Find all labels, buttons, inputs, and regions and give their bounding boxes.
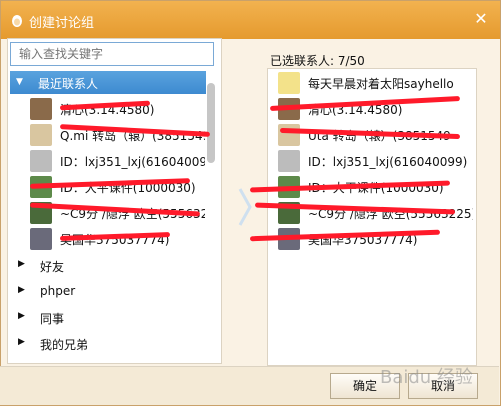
selected-item[interactable]: 每天早晨对着太阳sayhello [268,70,474,96]
selected-name: ID：lxj351_lxj(616040099) [308,155,468,169]
group-recent-contacts[interactable]: ▼ 最近联系人 [10,71,206,94]
chevron-down-icon: ▼ [16,77,23,87]
group-label: 同事 [40,312,65,326]
avatar [278,150,300,172]
avatar [30,124,52,146]
chevron-right-icon: ▶ [18,337,25,347]
selected-name: 每天早晨对着太阳sayhello [308,77,454,91]
group-phper[interactable]: ▶ phper [10,280,206,304]
group-brothers[interactable]: ▶ 我的兄弟 [10,332,206,356]
group-label: 我的兄弟 [40,338,89,352]
avatar [30,150,52,172]
scrollbar-thumb[interactable] [207,83,215,163]
close-icon[interactable]: ✕ [471,9,491,29]
search-box[interactable] [10,42,214,66]
avatar [30,98,52,120]
avatar [30,228,52,250]
group-friends[interactable]: ▶ 好友 [10,254,206,278]
search-input[interactable] [17,43,211,65]
selected-item[interactable]: ID：lxj351_lxj(616040099) [268,148,474,174]
group-label: phper [40,284,76,298]
chevron-right-icon: ▶ [18,285,25,295]
trophy-icon [278,72,300,94]
title-bar[interactable]: 创建讨论组 ✕ [1,1,500,39]
chevron-right-icon[interactable] [237,187,253,227]
group-label: 最近联系人 [38,77,99,91]
window-title: 创建讨论组 [29,16,95,31]
chevron-right-icon: ▶ [18,311,25,321]
contact-item[interactable]: 清心(3.14.4580) [10,96,206,122]
chevron-right-icon: ▶ [18,259,25,269]
qq-penguin-icon [12,15,22,27]
selected-count-label: 已选联系人: 7/50 [270,54,365,68]
group-colleagues[interactable]: ▶ 同事 [10,306,206,330]
group-label: 好友 [40,260,65,274]
contact-name: ID：lxj351_lxj(616040099) [60,155,205,169]
contact-item[interactable]: ID：lxj351_lxj(616040099) [10,148,206,174]
watermark: Baidu 经验 [380,367,473,388]
